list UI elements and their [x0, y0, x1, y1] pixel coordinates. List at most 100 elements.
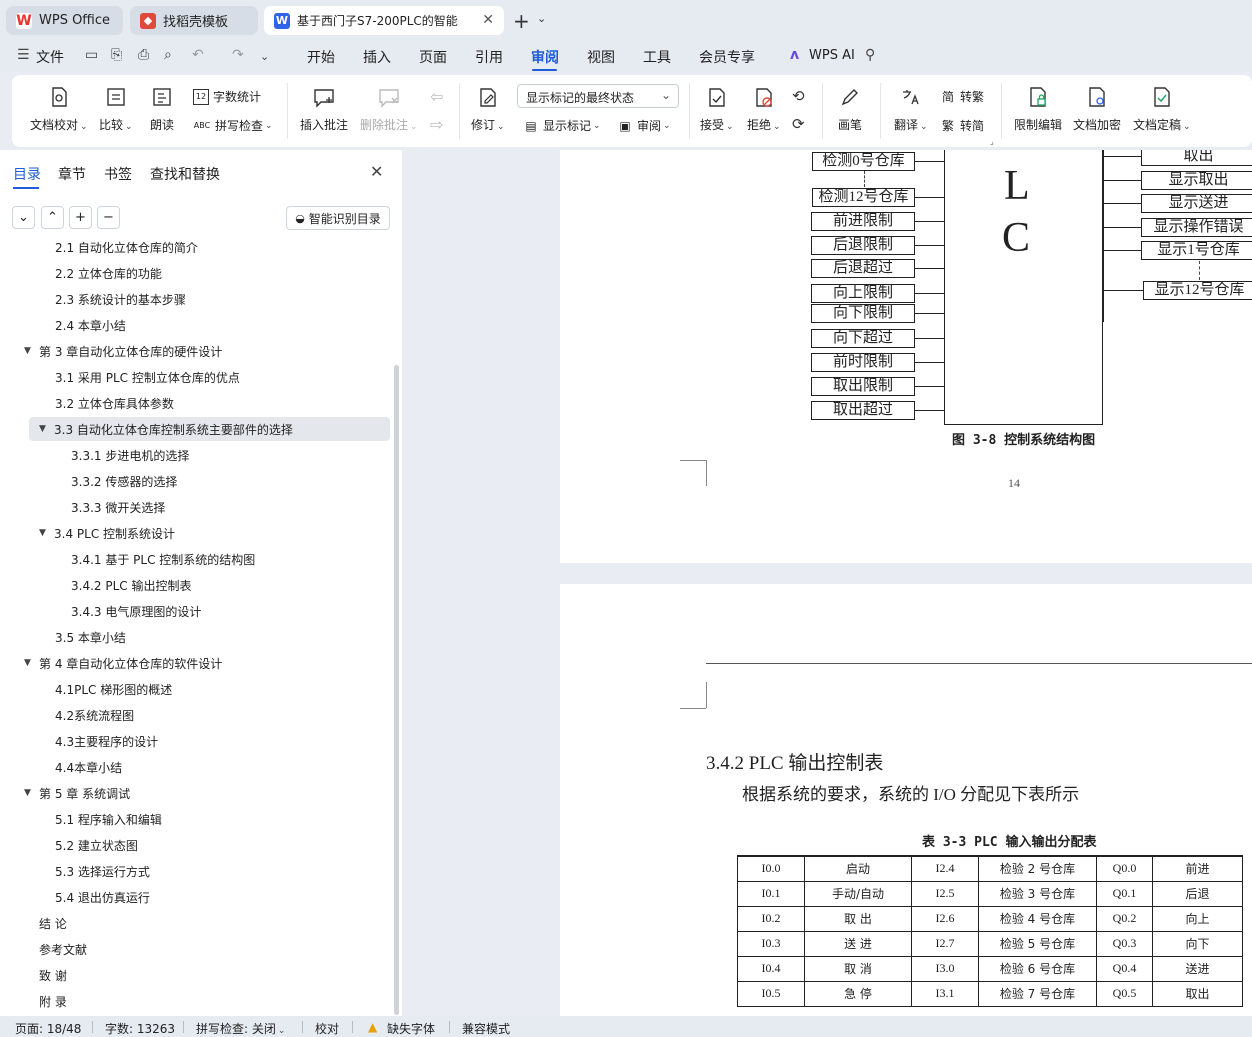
spell-check-status[interactable]: 拼写检查: 关闭 ⌄ [196, 1020, 285, 1037]
print-icon[interactable]: ⎙ [138, 47, 149, 63]
missing-font-status[interactable]: 缺失字体 [387, 1020, 435, 1037]
toc-item[interactable]: 5.4 退出仿真运行 [0, 885, 395, 909]
spell-check-button[interactable]: ABC 拼写检查 ⌄ [193, 117, 273, 134]
toc-item[interactable]: 3.4.2 PLC 输出控制表 [0, 573, 395, 597]
translate-button[interactable]: 翻译 ⌄ [894, 85, 928, 133]
to-simplified-button[interactable]: 繁 转简 [940, 117, 984, 134]
menu-file[interactable]: 文件 [36, 47, 64, 67]
compat-mode-status[interactable]: 兼容模式 [462, 1020, 510, 1037]
insert-comment-button[interactable]: 插入批注 [300, 85, 348, 133]
redo-icon[interactable]: ↷ [232, 47, 244, 63]
toc-item[interactable]: 3.2 立体仓库具体参数 [0, 391, 395, 415]
toc-item[interactable]: 2.4 本章小结 [0, 313, 395, 337]
delete-comment-button[interactable]: 删除批注 ⌄ [360, 85, 418, 133]
toc-item[interactable]: 3.3.3 微开关选择 [0, 495, 395, 519]
toc-item[interactable]: 4.3主要程序的设计 [0, 729, 395, 753]
save-icon[interactable]: ▭ [85, 47, 98, 63]
compare-button[interactable]: 比较 ⌄ [99, 85, 133, 133]
toc-item[interactable]: 3.5 本章小结 [0, 625, 395, 649]
review-pane-button[interactable]: ▣ 审阅 ⌄ [617, 117, 670, 134]
close-icon[interactable]: ✕ [370, 162, 383, 181]
previous-change-icon[interactable]: ⟲ [792, 87, 805, 105]
toc-item[interactable]: 结 论 [0, 911, 395, 935]
show-markup-button[interactable]: ▤ 显示标记 ⌄ [523, 117, 600, 134]
word-count-status[interactable]: 字数: 13263 [105, 1020, 175, 1037]
menu-review[interactable]: 审阅 [531, 47, 559, 67]
menu-references[interactable]: 引用 [475, 47, 503, 67]
previous-comment-icon[interactable]: ⇦ [430, 87, 443, 106]
new-tab-icon[interactable]: + [513, 9, 530, 33]
expand-triangle-icon[interactable]: ▼ [24, 346, 32, 356]
toc-item[interactable]: 2.2 立体仓库的功能 [0, 261, 395, 285]
toc-item[interactable]: ▼ 第 4 章自动化立体仓库的软件设计 [0, 651, 395, 675]
tab-bookmarks[interactable]: 书签 [104, 164, 132, 184]
proof-status[interactable]: 校对 [315, 1020, 339, 1037]
menu-page[interactable]: 页面 [419, 47, 447, 67]
expand-triangle-icon[interactable]: ▼ [24, 658, 32, 668]
toc-item[interactable]: 3.4.3 电气原理图的设计 [0, 599, 395, 623]
pen-button[interactable]: 画笔 [838, 85, 862, 133]
encrypt-button[interactable]: 文档加密 [1073, 85, 1121, 133]
page-indicator[interactable]: 页面: 18/48 [15, 1020, 81, 1037]
remove-heading-button[interactable]: − [97, 206, 120, 229]
toc-item[interactable]: 3.3.2 传感器的选择 [0, 469, 395, 493]
ribbon-expand-icon[interactable]: ⌟ [990, 137, 994, 146]
add-heading-button[interactable]: + [69, 206, 92, 229]
next-comment-icon[interactable]: ⇨ [430, 115, 443, 134]
toc-item[interactable]: 参考文献 [0, 937, 395, 961]
markup-state-select[interactable]: 显示标记的最终状态 ⌄ [517, 84, 679, 108]
track-changes-button[interactable]: 修订 ⌄ [471, 85, 505, 133]
toc-item[interactable]: 致 谢 [0, 963, 395, 987]
toc-item[interactable]: 4.1PLC 梯形图的概述 [0, 677, 395, 701]
doc-check-button[interactable]: 文档校对 ⌄ [30, 85, 88, 133]
expand-triangle-icon[interactable]: ▼ [39, 528, 47, 538]
toc-item[interactable]: 5.1 程序输入和编辑 [0, 807, 395, 831]
expand-triangle-icon[interactable]: ▼ [39, 424, 47, 434]
menu-view[interactable]: 视图 [587, 47, 615, 67]
menu-tools[interactable]: 工具 [643, 47, 671, 67]
toc-item[interactable]: ▼ 3.4 PLC 控制系统设计 [0, 521, 395, 545]
tab-toc[interactable]: 目录 [13, 164, 41, 184]
next-change-icon[interactable]: ⟳ [792, 115, 805, 133]
smart-toc-button[interactable]: ◒ 智能识别目录 [286, 206, 390, 230]
search-icon[interactable]: ⚲ [865, 47, 875, 63]
chevron-down-icon[interactable]: ⌄ [260, 50, 269, 63]
toc-item[interactable]: 附 录 [0, 989, 395, 1013]
menu-insert[interactable]: 插入 [363, 47, 391, 67]
tab-wps-office[interactable]: W WPS Office [6, 6, 123, 35]
toc-item[interactable]: 2.3 系统设计的基本步骤 [0, 287, 395, 311]
tab-sections[interactable]: 章节 [58, 164, 86, 184]
tab-active-document[interactable]: W 基于西门子S7-200PLC的智能 ✕ [264, 6, 504, 35]
undo-icon[interactable]: ↶ [192, 47, 204, 63]
hamburger-icon[interactable]: ☰ [17, 47, 30, 63]
print-preview-icon[interactable]: ⌕ [164, 47, 172, 63]
word-count-button[interactable]: 12 字数统计 [193, 88, 261, 105]
toc-item[interactable]: 5.2 建立状态图 [0, 833, 395, 857]
tab-docer-templates[interactable]: ◆ 找稻壳模板 [130, 6, 258, 35]
accept-button[interactable]: 接受 ⌄ [700, 85, 734, 133]
toc-item[interactable]: 5.3 选择运行方式 [0, 859, 395, 883]
toc-item[interactable]: 4.4本章小结 [0, 755, 395, 779]
chevron-down-icon[interactable]: ⌄ [537, 12, 546, 25]
toc-item[interactable]: 2.1 自动化立体仓库的简介 [0, 238, 395, 259]
to-traditional-button[interactable]: 简 转繁 [940, 88, 984, 105]
tab-find-replace[interactable]: 查找和替换 [150, 164, 220, 184]
toc-item[interactable]: ▼ 3.3 自动化立体仓库控制系统主要部件的选择 [29, 417, 390, 441]
finalize-button[interactable]: 文档定稿 ⌄ [1133, 85, 1191, 133]
scrollbar[interactable] [394, 365, 399, 1015]
document-area[interactable]: L C 检测0号仓库 检测12号仓库 前进限制 后退限制 后退超过 向上限制 向下限制 向下超… [404, 150, 1252, 1016]
toc-item[interactable]: 4.2系统流程图 [0, 703, 395, 727]
export-icon[interactable]: ⎘ [111, 47, 122, 63]
toc-item[interactable]: ▼ 第 5 章 系统调试 [0, 781, 395, 805]
read-aloud-button[interactable]: 朗读 [150, 85, 174, 133]
restrict-edit-button[interactable]: 限制编辑 [1014, 85, 1062, 133]
close-tab-icon[interactable]: ✕ [482, 12, 494, 28]
menu-home[interactable]: 开始 [307, 47, 335, 67]
toc-item[interactable]: 3.1 采用 PLC 控制立体仓库的优点 [0, 365, 395, 389]
toc-item[interactable]: ▼ 第 3 章自动化立体仓库的硬件设计 [0, 339, 395, 363]
expand-triangle-icon[interactable]: ▼ [24, 788, 32, 798]
menu-member[interactable]: 会员专享 [699, 47, 755, 67]
toc-item[interactable]: 3.4.1 基于 PLC 控制系统的结构图 [0, 547, 395, 571]
expand-down-button[interactable]: ⌄ [12, 206, 35, 229]
menu-wps-ai[interactable]: WPS AI [809, 48, 855, 63]
